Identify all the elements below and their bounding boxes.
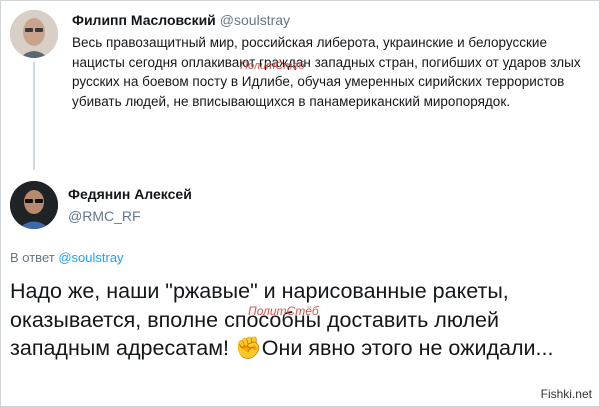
watermark-label: ПолитСтёб [240, 60, 305, 72]
avatar-photo-icon [10, 181, 58, 229]
raised-fist-icon: ✊ [235, 336, 262, 360]
reply-mention-link[interactable]: @soulstray [58, 250, 123, 265]
tweet2-text: Надо же, наши "ржавые" и нарисованные ра… [10, 277, 590, 363]
reply-context: В ответ @soulstray [10, 250, 124, 265]
author-name[interactable]: Филипп Масловский [72, 12, 216, 28]
author-name[interactable]: Федянин Алексей [68, 186, 192, 202]
tweet1-text: Весь правозащитный мир, российская либер… [72, 35, 581, 109]
avatar[interactable] [10, 10, 58, 58]
avatar-photo-icon [10, 10, 58, 58]
tweet1-header: Филипп Масловский @soulstray [72, 12, 290, 28]
author-handle[interactable]: @soulstray [220, 12, 290, 28]
avatar[interactable] [10, 181, 58, 229]
site-watermark: Fishki.net [540, 387, 592, 401]
watermark-label: ПолитСтёб [248, 304, 319, 318]
tweet2-text-tail: Они явно этого не ожидали... [261, 336, 554, 360]
reply-prefix: В ответ [10, 250, 55, 265]
thread-line [33, 62, 35, 170]
author-handle[interactable]: @RMC_RF [68, 208, 141, 224]
